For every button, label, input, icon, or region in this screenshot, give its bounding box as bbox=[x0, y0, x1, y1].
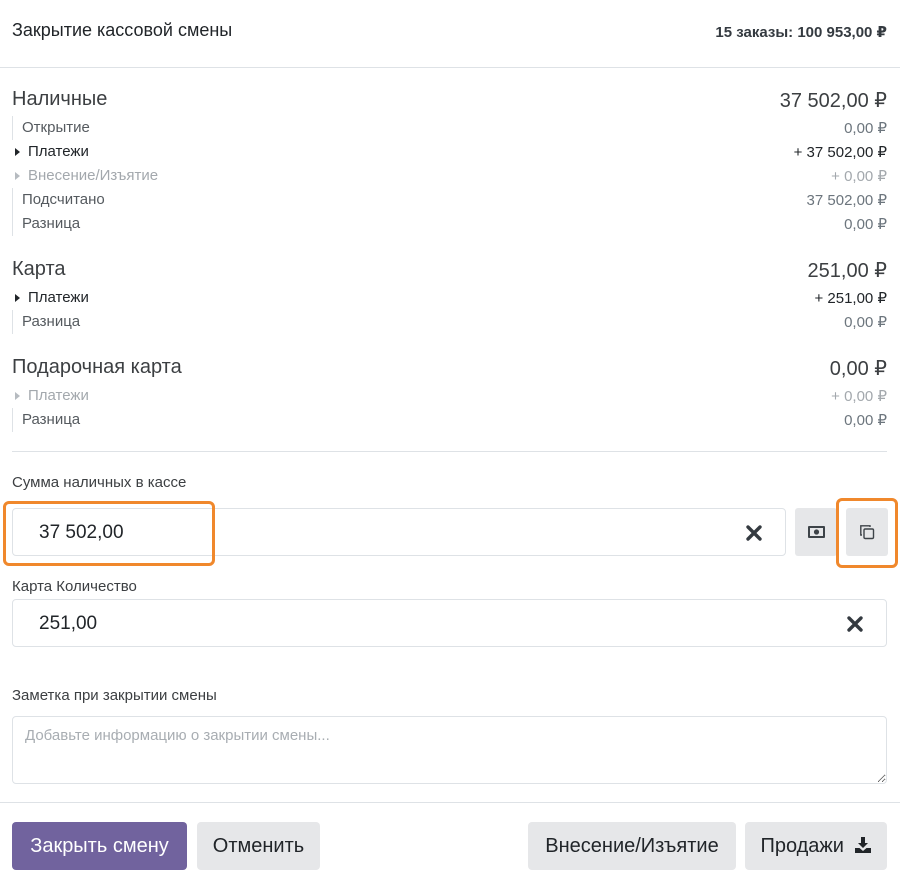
row-value: + 37 502,00 ₽ bbox=[793, 144, 887, 161]
card-amount-value: 251,00 bbox=[39, 613, 98, 634]
cash-count-value: 37 502,00 bbox=[39, 522, 124, 543]
card-payments-toggle[interactable]: Платежи + 251,00 ₽ bbox=[12, 286, 887, 310]
card-amount-label: Карта Количество bbox=[12, 578, 137, 595]
gift-card-difference-row: Разница 0,00 ₽ bbox=[12, 408, 887, 432]
cash-difference-row: Разница 0,00 ₽ bbox=[12, 212, 887, 236]
closing-note-label: Заметка при закрытии смены bbox=[12, 687, 217, 704]
cancel-button[interactable]: Отменить bbox=[197, 822, 320, 870]
clear-card-amount-icon[interactable] bbox=[846, 615, 864, 633]
closing-note-textarea[interactable] bbox=[12, 716, 887, 784]
row-label: Платежи bbox=[28, 143, 89, 160]
gift-card-section-total: 0,00 ₽ bbox=[829, 358, 887, 380]
gift-card-payments-toggle[interactable]: Платежи + 0,00 ₽ bbox=[12, 384, 887, 408]
clear-cash-count-icon[interactable] bbox=[745, 524, 763, 542]
row-value: + 0,00 ₽ bbox=[831, 168, 887, 185]
row-label: Разница bbox=[22, 215, 81, 232]
row-value: + 0,00 ₽ bbox=[831, 388, 887, 405]
caret-right-icon bbox=[15, 294, 20, 302]
row-value: 0,00 ₽ bbox=[844, 120, 887, 137]
count-money-button[interactable] bbox=[795, 508, 837, 556]
card-section: Карта 251,00 ₽ Платежи + 251,00 ₽ Разниц… bbox=[12, 256, 887, 334]
copy-icon bbox=[858, 523, 876, 546]
card-section-total: 251,00 ₽ bbox=[807, 260, 887, 282]
gift-card-section: Подарочная карта 0,00 ₽ Платежи + 0,00 ₽… bbox=[12, 354, 887, 432]
cash-in-out-button[interactable]: Внесение/Изъятие bbox=[528, 822, 736, 870]
cash-section: Наличные 37 502,00 ₽ Открытие 0,00 ₽ Пла… bbox=[12, 86, 887, 236]
section-divider bbox=[12, 451, 887, 452]
row-value: + 251,00 ₽ bbox=[814, 290, 887, 307]
row-value: 0,00 ₽ bbox=[844, 412, 887, 429]
row-label: Подсчитано bbox=[22, 191, 105, 208]
copy-amount-button[interactable] bbox=[846, 508, 888, 556]
close-shift-button[interactable]: Закрыть смену bbox=[12, 822, 187, 870]
cash-counted-row: Подсчитано 37 502,00 ₽ bbox=[12, 188, 887, 212]
footer-divider bbox=[0, 802, 900, 803]
cash-count-input[interactable]: 37 502,00 bbox=[12, 508, 786, 556]
cash-payments-toggle[interactable]: Платежи + 37 502,00 ₽ bbox=[12, 140, 887, 164]
caret-right-icon bbox=[15, 172, 20, 180]
card-section-title: Карта bbox=[12, 258, 66, 280]
sales-button-label: Продажи bbox=[760, 835, 844, 857]
row-label: Открытие bbox=[22, 119, 90, 136]
row-value: 0,00 ₽ bbox=[844, 216, 887, 233]
row-label: Платежи bbox=[28, 289, 89, 306]
row-value: 0,00 ₽ bbox=[844, 314, 887, 331]
row-label: Разница bbox=[22, 313, 81, 330]
download-icon bbox=[854, 824, 872, 872]
row-value: 37 502,00 ₽ bbox=[806, 192, 887, 209]
caret-right-icon bbox=[15, 392, 20, 400]
caret-right-icon bbox=[15, 148, 20, 156]
cash-in-out-toggle[interactable]: Внесение/Изъятие + 0,00 ₽ bbox=[12, 164, 887, 188]
dialog-title: Закрытие кассовой смены bbox=[12, 20, 233, 40]
card-difference-row: Разница 0,00 ₽ bbox=[12, 310, 887, 334]
cash-count-label: Сумма наличных в кассе bbox=[12, 474, 187, 491]
dialog-header: Закрытие кассовой смены 15 заказы: 100 9… bbox=[0, 0, 900, 68]
cash-section-total: 37 502,00 ₽ bbox=[779, 90, 887, 112]
orders-summary: 15 заказы: 100 953,00 ₽ bbox=[715, 24, 887, 41]
cash-section-title: Наличные bbox=[12, 88, 108, 110]
card-amount-input[interactable]: 251,00 bbox=[12, 599, 887, 647]
cash-opening-row: Открытие 0,00 ₽ bbox=[12, 116, 887, 140]
row-label: Платежи bbox=[28, 387, 89, 404]
money-bill-icon bbox=[807, 525, 826, 544]
row-label: Разница bbox=[22, 411, 81, 428]
gift-card-section-title: Подарочная карта bbox=[12, 356, 182, 378]
row-label: Внесение/Изъятие bbox=[28, 167, 159, 184]
sales-download-button[interactable]: Продажи bbox=[745, 822, 887, 870]
